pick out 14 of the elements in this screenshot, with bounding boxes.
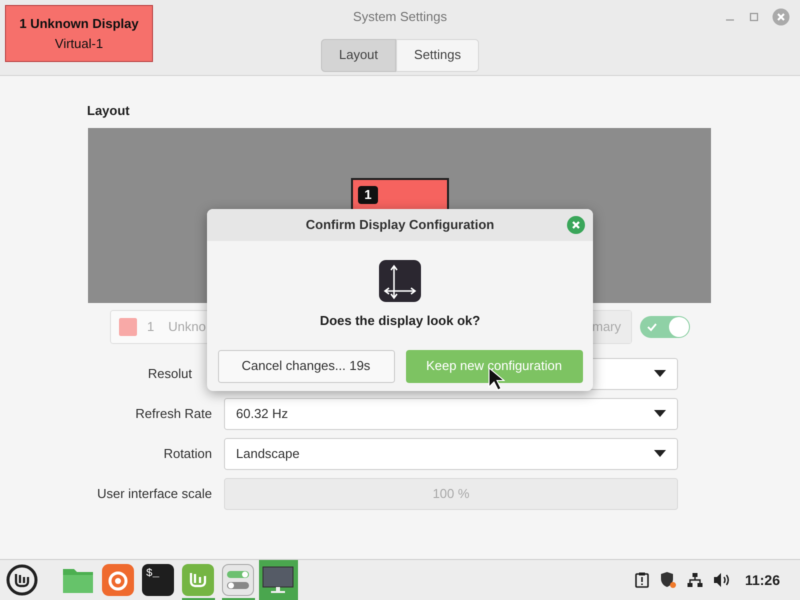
section-heading: Layout xyxy=(87,102,131,119)
setting-label: Rotation xyxy=(162,445,213,464)
setting-label: User interface scale xyxy=(96,485,213,504)
scale-field: 100 % xyxy=(224,478,678,510)
dialog-question: Does the display look ok? xyxy=(320,312,480,330)
monitor-name: Unkno xyxy=(168,318,206,336)
setting-label: Refresh Rate xyxy=(134,405,213,424)
monitor-number-badge: 1 xyxy=(358,186,378,204)
monitor-number: 1 xyxy=(147,318,154,336)
setting-label: Resolut xyxy=(146,365,193,384)
dialog-title: Confirm Display Configuration xyxy=(306,216,494,234)
window-title: System Settings xyxy=(353,8,447,26)
display-label-output: Virtual-1 xyxy=(54,34,104,52)
display-label-title: 1 Unknown Display xyxy=(19,15,139,33)
